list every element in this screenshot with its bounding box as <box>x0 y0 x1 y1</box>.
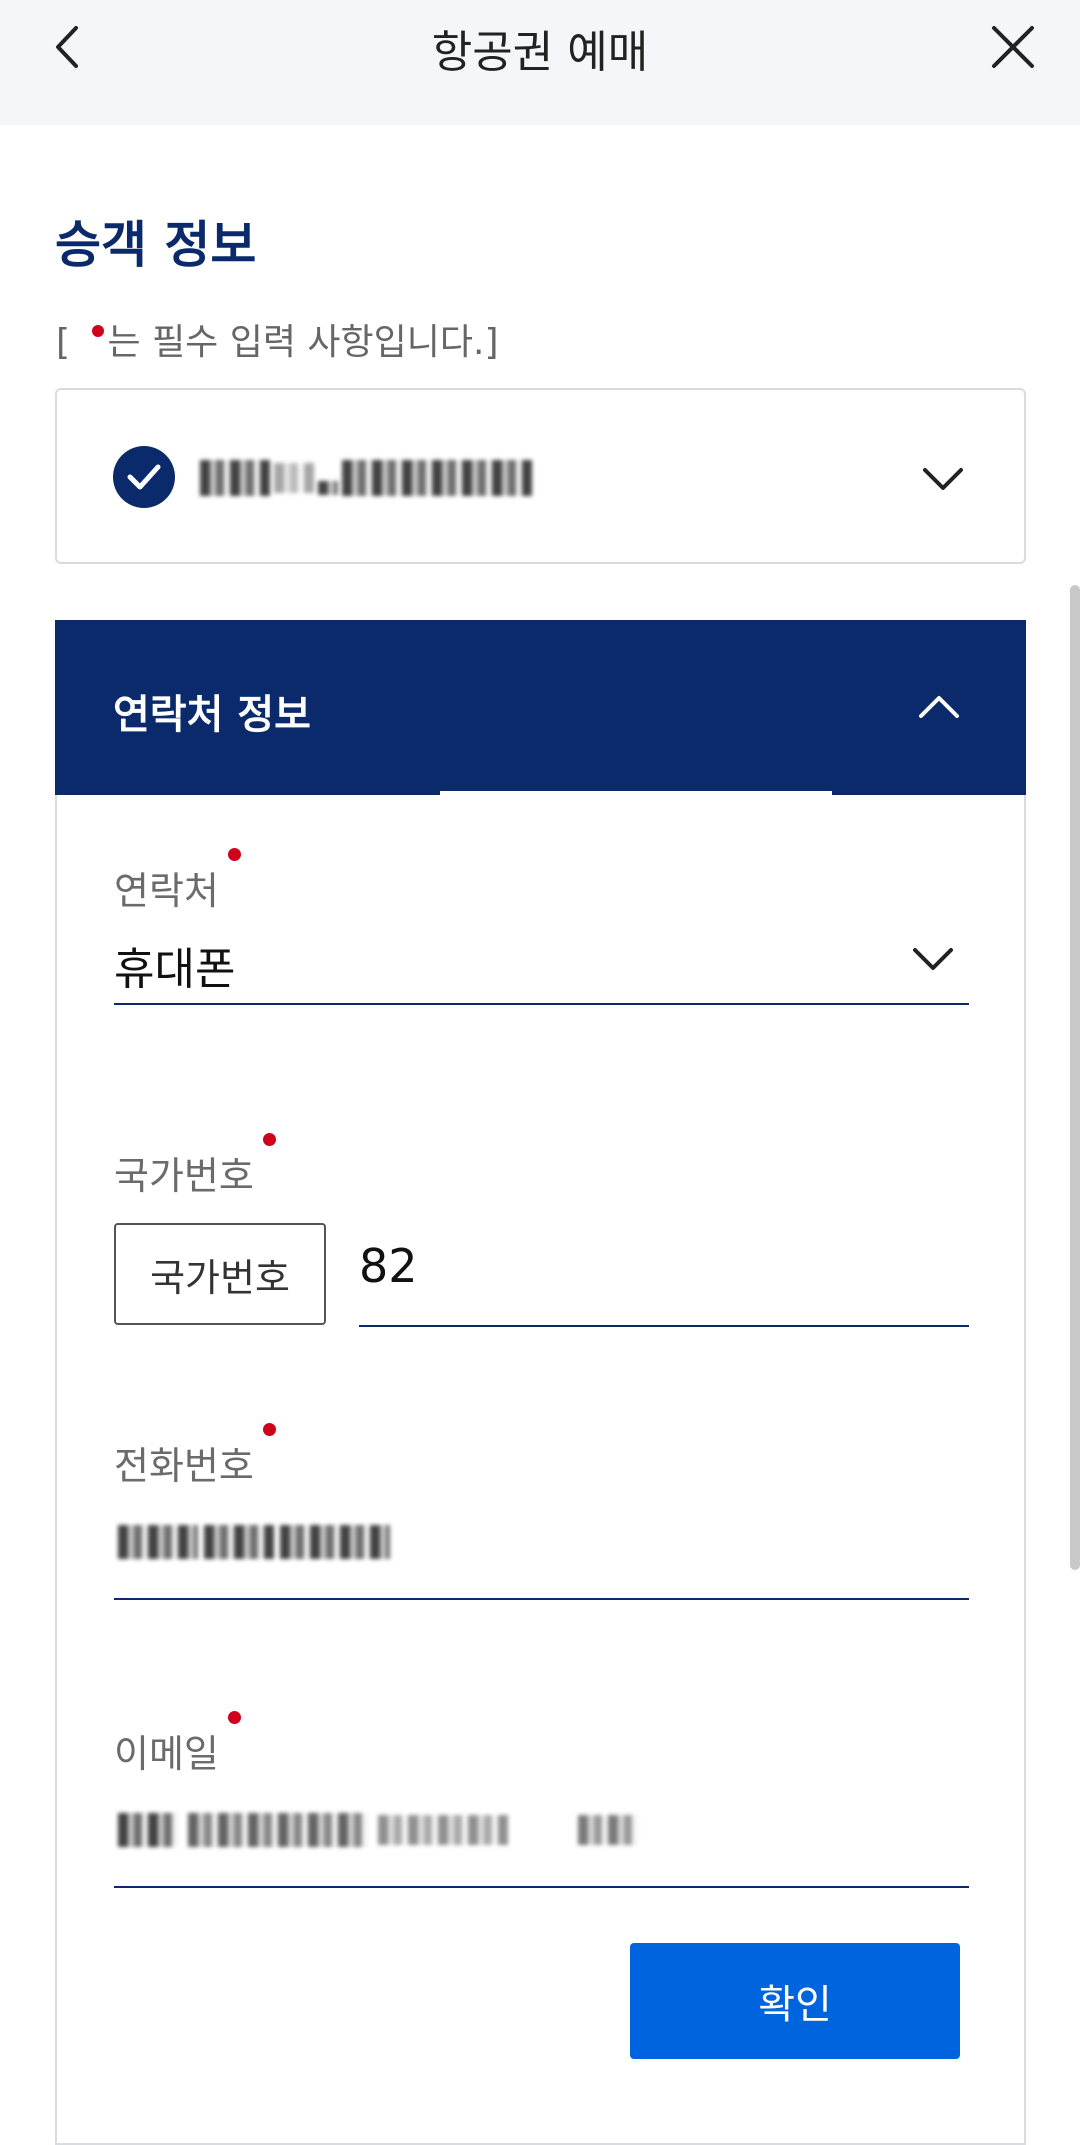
contact-type-label: 연락처 <box>114 848 241 915</box>
required-dot-icon <box>227 848 241 861</box>
required-dot-icon <box>91 325 104 337</box>
required-note: [ 는 필수 입력 사항입니다.] <box>56 313 499 365</box>
country-code-field: 국가번호 국가번호 82 <box>114 1133 969 1327</box>
required-dot-icon <box>262 1423 276 1436</box>
top-bar: 항공권 예매 <box>0 0 1080 125</box>
email-label: 이메일 <box>114 1711 241 1778</box>
chevron-up-icon[interactable] <box>911 678 967 734</box>
phone-label: 전화번호 <box>114 1423 276 1490</box>
check-circle-icon <box>113 446 175 508</box>
email-value-masked <box>118 1810 638 1850</box>
country-code-label: 국가번호 <box>114 1133 276 1200</box>
email-label-text: 이메일 <box>114 1732 219 1776</box>
contact-info-accordion: 연락처 정보 연락처 휴대폰 국가번호 국가번호 82 전화번호 이메일 <box>55 620 1026 2145</box>
chevron-down-icon[interactable] <box>907 933 959 985</box>
phone-input[interactable] <box>114 1490 969 1600</box>
chevron-down-icon[interactable] <box>915 452 971 508</box>
contact-info-header[interactable]: 연락처 정보 <box>55 620 1026 795</box>
email-field: 이메일 <box>114 1711 969 1888</box>
required-dot-icon <box>262 1133 276 1146</box>
scrollbar[interactable] <box>1070 585 1080 1570</box>
contact-type-select[interactable]: 휴대폰 <box>114 915 969 1005</box>
confirm-button[interactable]: 확인 <box>630 1943 960 2059</box>
required-note-text: 는 필수 입력 사항입니다.] <box>107 322 499 363</box>
passenger-card[interactable] <box>55 388 1026 564</box>
email-input[interactable] <box>114 1778 969 1888</box>
close-icon[interactable] <box>988 22 1038 72</box>
required-dot-icon <box>227 1711 241 1724</box>
phone-field: 전화번호 <box>114 1423 969 1600</box>
required-note-prefix: [ <box>56 322 82 363</box>
contact-type-value: 휴대폰 <box>114 944 236 995</box>
section-title: 승객 정보 <box>55 216 257 274</box>
contact-info-title: 연락처 정보 <box>113 692 311 738</box>
phone-value-masked <box>118 1522 390 1562</box>
country-code-label-text: 국가번호 <box>114 1154 254 1198</box>
country-code-button[interactable]: 국가번호 <box>114 1223 326 1325</box>
page-title: 항공권 예매 <box>431 27 649 78</box>
phone-label-text: 전화번호 <box>114 1444 254 1488</box>
country-code-value: 82 <box>359 1239 418 1293</box>
country-code-input[interactable]: 82 <box>359 1211 969 1327</box>
passenger-name-masked <box>200 450 560 506</box>
contact-type-field: 연락처 휴대폰 <box>114 848 969 1005</box>
header-indicator <box>440 791 832 795</box>
contact-type-label-text: 연락처 <box>114 869 219 913</box>
